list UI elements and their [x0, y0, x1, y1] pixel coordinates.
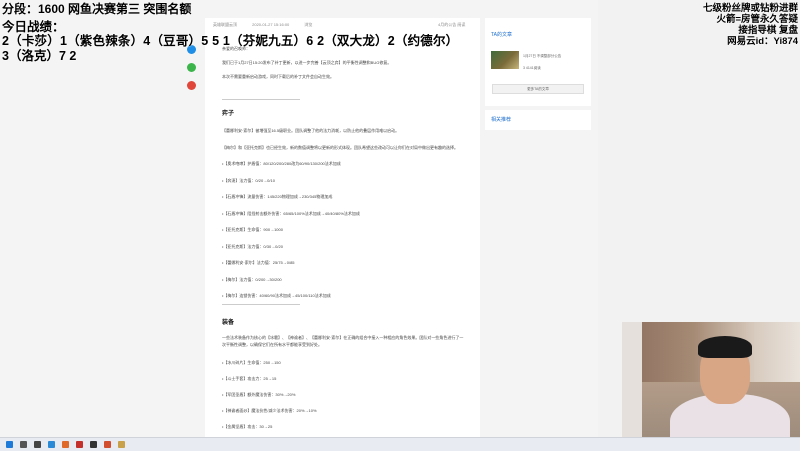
unit-change-line: •【奔溃】法力值：0/20→0/10	[222, 177, 275, 183]
divider	[222, 304, 300, 305]
item-change-line: •【军团圣盾】额外魔法伤害：30%→20%	[222, 392, 296, 397]
app-icon[interactable]	[90, 441, 97, 448]
unit-change-line: •【石盾冲锋】流量伤害：145/220物理加成→230/345物理加成	[222, 194, 333, 199]
task-view-icon[interactable]	[34, 441, 41, 448]
unit-change-line: •【亚托克斯】生命值：900→1000	[222, 227, 283, 232]
start-icon[interactable]	[6, 441, 13, 448]
wall	[622, 322, 642, 437]
app-icon[interactable]	[104, 441, 111, 448]
items-intro: 一些法术装备作为核心的【冰雹】、【神谕者】、【蕾娜利安·索尔】在正确的组合中接入…	[222, 335, 464, 347]
unit-change-line: •【梅尔】法力值：0/200→30/200	[222, 276, 282, 282]
article-meta: 英雄联盟云顶 2020-01-27 15:16:00 浏览 4月的公告 阅读	[213, 22, 465, 28]
share-bar	[187, 45, 199, 99]
search-icon[interactable]	[20, 441, 27, 448]
article-body: 英雄联盟云顶 2020-01-27 15:16:00 浏览 4月的公告 阅读 亲…	[205, 18, 480, 437]
unit-change-line: •【蕾娜利安·索尔】法力值：25/75→0/85	[222, 260, 295, 265]
webcam-feed	[622, 322, 800, 437]
unit-change-line: •【亚托克斯】法力值：0/30→0/20	[222, 243, 283, 249]
ta-article-link[interactable]: 1月27日 不调整部分公告	[523, 54, 561, 59]
ta-article-thumbnail[interactable]	[491, 51, 519, 69]
author-name[interactable]: 英雄联盟云顶	[213, 22, 237, 27]
views-label: 浏览	[304, 22, 313, 27]
streamer-hair	[698, 336, 752, 358]
item-change-line: •【斗士手套】攻击力：25→15	[222, 376, 277, 381]
related-card: 相关推荐	[485, 110, 591, 130]
unit-change-line: 【梅尔】和【亚托克斯】也已经生效，新的数值调整将以更新的形式体现。团队希望这些改…	[222, 144, 458, 150]
left-blank-area	[0, 0, 180, 437]
right-info-line4: 网易云id：Yi874	[727, 36, 798, 47]
unit-change-line: •【梅尔】连锁伤害：40/60/90法术加成→45/100/110法术加成	[222, 293, 331, 298]
intro-note: 本次不需要重新启动游戏，同时下载后的补丁文件会自动生效。	[222, 74, 334, 79]
browser-icon[interactable]	[48, 441, 55, 448]
today-record-line2: 3（洛克）7 2	[2, 49, 77, 63]
app-icon[interactable]	[62, 441, 69, 448]
section-title-items: 装备	[222, 320, 235, 326]
more-articles-button[interactable]: 更多TA的文章	[492, 84, 584, 94]
item-change-line: •【神谕者面纱】魔法抗性/减少法术伤害：20%→10%	[222, 408, 317, 413]
app-icon[interactable]	[118, 441, 125, 448]
ta-articles-card: TA的文章 1月27日 不调整部分公告 3 4141阅读 更多TA的文章	[485, 18, 591, 106]
item-change-line: •【金属坚盾】攻击：30→25	[222, 424, 273, 429]
ta-article-meta: 3 4141阅读	[523, 66, 541, 70]
section-title-units: 弈子	[222, 111, 235, 117]
publish-date: 2020-01-27 15:16:00	[252, 22, 290, 27]
item-change-line: •【冰川碎片】生命值：250→150	[222, 360, 281, 365]
intro-text: 我们已于1月27日15:20发布了补丁更新，以进一步完善【云顶之弈】的平衡性调整…	[222, 60, 392, 65]
stream-title-overlay: 分段：1600 网鱼决赛第三 突围名额	[2, 2, 192, 16]
ta-articles-title: TA的文章	[491, 32, 513, 38]
unit-change-line: •【石盾冲锋】阻挡射击额外伤害：65/65/100%法术加成→40/40/80%…	[222, 210, 360, 216]
unit-change-line: 【蕾娜利安·索尔】被增强至16.5级职业。团队调整了他的法力消耗，以防止他的叠层…	[222, 128, 400, 133]
related-title: 相关推荐	[491, 117, 512, 123]
wechat-share-icon[interactable]	[187, 63, 196, 72]
weibo-share-icon[interactable]	[187, 81, 196, 90]
unit-change-line: •【奥术咆哮】护盾值：80/120/200/280改为60/90/130/200…	[222, 161, 341, 166]
app-icon[interactable]	[76, 441, 83, 448]
article-meta-right: 4月的公告 阅读	[438, 22, 466, 27]
divider	[222, 99, 300, 100]
taskbar	[0, 437, 800, 451]
